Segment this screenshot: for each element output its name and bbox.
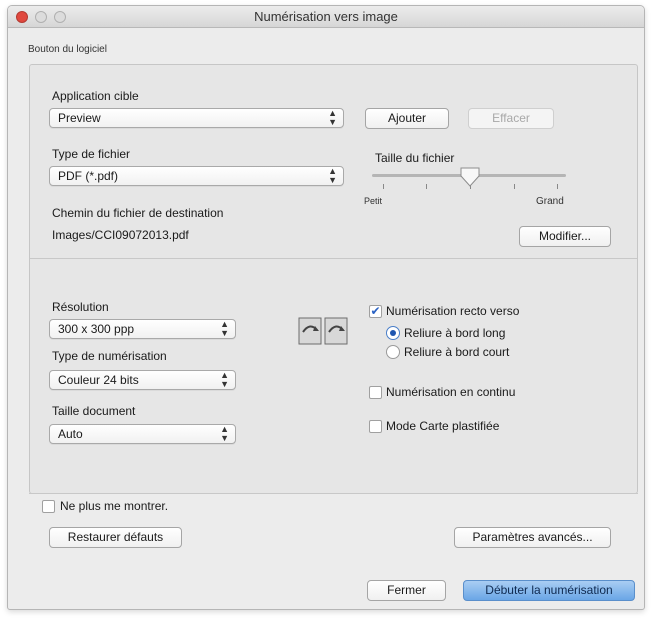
file-size-min-label: Petit bbox=[364, 196, 383, 206]
dont-show-label: Ne plus me montrer. bbox=[60, 499, 169, 513]
duplex-checkbox[interactable]: ✔ bbox=[369, 305, 382, 318]
restore-defaults-button[interactable]: Restaurer défauts bbox=[49, 527, 182, 548]
slider-tick bbox=[426, 184, 427, 189]
target-app-label: Application cible bbox=[52, 89, 139, 103]
short-edge-label: Reliure à bord court bbox=[404, 345, 510, 359]
destination-path: Images/CCI09072013.pdf bbox=[52, 228, 189, 242]
scan-to-image-window: Numérisation vers image Bouton du logici… bbox=[7, 5, 645, 610]
scan-type-value: Couleur 24 bits bbox=[58, 373, 139, 387]
advanced-settings-button[interactable]: Paramètres avancés... bbox=[454, 527, 611, 548]
doc-size-value: Auto bbox=[58, 427, 83, 441]
card-mode-checkbox[interactable] bbox=[369, 420, 382, 433]
file-size-label: Taille du fichier bbox=[375, 151, 455, 165]
add-button[interactable]: Ajouter bbox=[365, 108, 449, 129]
duplex-label: Numérisation recto verso bbox=[386, 304, 520, 318]
resolution-label: Résolution bbox=[52, 300, 109, 314]
continuous-scan-label: Numérisation en continu bbox=[386, 385, 516, 399]
slider-tick bbox=[557, 184, 558, 189]
chevron-up-down-icon: ▲ ▼ bbox=[328, 166, 337, 185]
slider-tick bbox=[514, 184, 515, 189]
continuous-scan-checkbox[interactable] bbox=[369, 386, 382, 399]
target-app-select[interactable]: Preview ▲ ▼ bbox=[49, 108, 344, 128]
doc-size-label: Taille document bbox=[52, 404, 136, 418]
dont-show-checkbox[interactable] bbox=[42, 500, 55, 513]
file-size-max-label: Grand bbox=[536, 196, 564, 207]
file-type-select[interactable]: PDF (*.pdf) ▲ ▼ bbox=[49, 166, 344, 186]
target-app-value: Preview bbox=[58, 111, 101, 125]
destination-label: Chemin du fichier de destination bbox=[52, 206, 224, 220]
start-scan-button[interactable]: Débuter la numérisation bbox=[463, 580, 635, 601]
duplex-pages-icon bbox=[298, 316, 350, 345]
resolution-value: 300 x 300 ppp bbox=[58, 322, 135, 336]
doc-size-select[interactable]: Auto ▲ ▼ bbox=[49, 424, 236, 444]
chevron-up-down-icon: ▲ ▼ bbox=[220, 319, 229, 338]
close-button[interactable]: Fermer bbox=[367, 580, 446, 601]
file-type-value: PDF (*.pdf) bbox=[58, 169, 119, 183]
long-edge-radio[interactable] bbox=[386, 326, 400, 340]
modify-button[interactable]: Modifier... bbox=[519, 226, 611, 247]
slider-tick bbox=[383, 184, 384, 189]
card-mode-label: Mode Carte plastifiée bbox=[386, 419, 500, 433]
window-title: Numérisation vers image bbox=[254, 9, 398, 24]
chevron-up-down-icon: ▲ ▼ bbox=[220, 424, 229, 443]
chevron-up-down-icon: ▲ ▼ bbox=[328, 108, 337, 127]
scan-type-select[interactable]: Couleur 24 bits ▲ ▼ bbox=[49, 370, 236, 390]
file-type-label: Type de fichier bbox=[52, 147, 131, 161]
close-window-icon[interactable] bbox=[16, 11, 28, 23]
chevron-up-down-icon: ▲ ▼ bbox=[220, 370, 229, 389]
zoom-window-icon[interactable] bbox=[54, 11, 66, 23]
long-edge-label: Reliure à bord long bbox=[404, 326, 506, 340]
software-button-label: Bouton du logiciel bbox=[28, 44, 107, 55]
bottom-divider bbox=[29, 493, 638, 494]
short-edge-radio[interactable] bbox=[386, 345, 400, 359]
section-divider bbox=[30, 258, 637, 259]
clear-button: Effacer bbox=[468, 108, 554, 129]
resolution-select[interactable]: 300 x 300 ppp ▲ ▼ bbox=[49, 319, 236, 339]
title-bar: Numérisation vers image bbox=[8, 6, 644, 28]
scan-type-label: Type de numérisation bbox=[52, 349, 167, 363]
minimize-window-icon[interactable] bbox=[35, 11, 47, 23]
